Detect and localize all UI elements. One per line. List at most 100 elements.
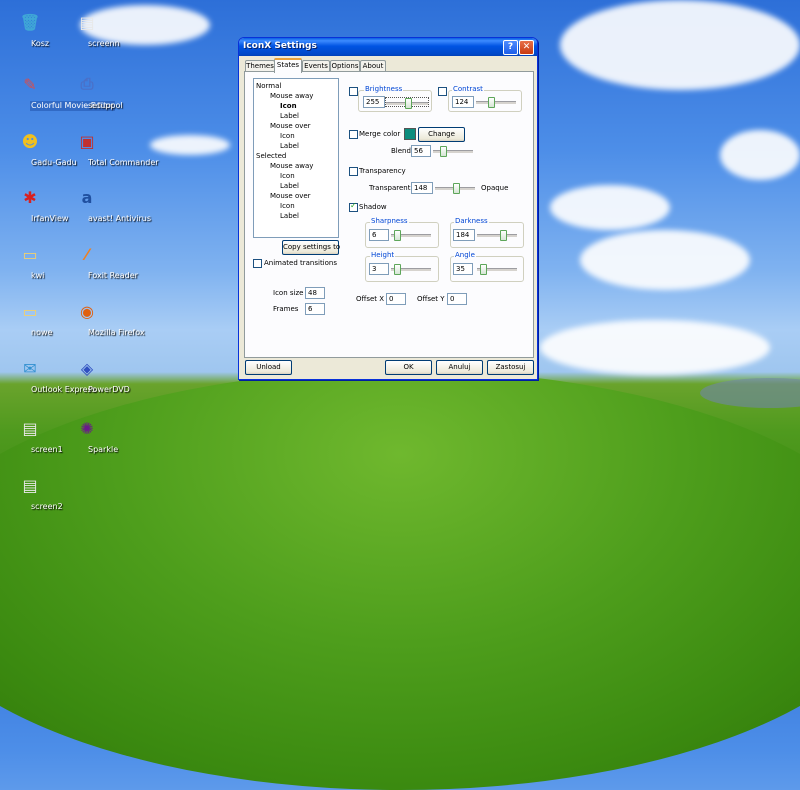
blend-slider[interactable] [433, 146, 473, 157]
darkness-slider[interactable] [477, 230, 517, 241]
tree-item-icon[interactable]: Icon [280, 172, 295, 181]
desktop-icon-label: Gadu-Gadu [31, 158, 77, 167]
desktop-icon-label: Mozilla Firefox [88, 328, 145, 337]
tree-item-mouse-over[interactable]: Mouse over [270, 122, 311, 131]
desktop-icon-outlook-express[interactable]: ✉ Outlook Express [0, 354, 96, 395]
tab-states[interactable]: States [274, 58, 302, 73]
kwi-folder-icon: ▭ [22, 244, 38, 264]
brightness-input[interactable]: 255 [363, 96, 385, 108]
desktop-icon-label: screen2 [31, 502, 63, 511]
tree-item-mouse-away[interactable]: Mouse away [270, 92, 313, 101]
contrast-slider[interactable] [476, 97, 516, 108]
sharpness-slider[interactable] [391, 230, 431, 241]
tree-item-mouse-away[interactable]: Mouse away [270, 162, 313, 171]
contrast-checkbox[interactable] [438, 87, 447, 96]
desktop-icon-label: setuppol [88, 101, 123, 110]
states-panel: Normal Mouse away Icon Label Mouse over … [244, 71, 534, 358]
desktop-icon-label: kwi [31, 271, 45, 280]
irfanview-icon: ✱ [23, 187, 37, 207]
desktop-icon-nowe-folder[interactable]: ▭ nowe [0, 297, 60, 338]
desktop-icon-screen1[interactable]: ▤ screen1 [0, 414, 62, 455]
desktop-icon-powerdvd[interactable]: ◈ PowerDVD [57, 354, 130, 395]
tree-item-icon[interactable]: Icon [280, 202, 295, 211]
contrast-label: Contrast [452, 85, 484, 94]
copy-settings-button[interactable]: Copy settings to [282, 240, 340, 255]
transparency-input[interactable]: 148 [411, 182, 433, 194]
height-input[interactable]: 3 [369, 263, 389, 275]
tree-item-icon[interactable]: Icon [280, 132, 295, 141]
desktop-icon-label: IrfanView [31, 214, 69, 223]
desktop-icon-kwi-folder[interactable]: ▭ kwi [0, 240, 60, 281]
transparency-checkbox[interactable] [349, 167, 358, 176]
cancel-button[interactable]: Anuluj [436, 360, 483, 375]
tree-item-label[interactable]: Label [280, 212, 299, 221]
brightness-slider-thumb[interactable] [405, 98, 412, 109]
ok-button[interactable]: OK [385, 360, 432, 375]
recycle-bin-icon: 🗑 [19, 12, 41, 32]
iconx-settings-window: IconX Settings ? ✕ Themes States Events … [238, 37, 538, 380]
angle-slider-thumb[interactable] [480, 264, 487, 275]
contrast-slider-thumb[interactable] [488, 97, 495, 108]
close-button[interactable]: ✕ [519, 40, 534, 55]
desktop-icon-avast-antivirus[interactable]: a avast! Antivirus [57, 183, 151, 224]
darkness-input[interactable]: 184 [453, 229, 475, 241]
icon-size-label: Icon size [273, 289, 304, 297]
transparency-label: Transparency [359, 167, 406, 175]
desktop-icon-foxit-reader[interactable]: ⁄ Foxit Reader [57, 240, 138, 281]
tree-item-label[interactable]: Label [280, 112, 299, 121]
desktop-icon-total-commander[interactable]: ▣ Total Commander [57, 127, 158, 168]
tree-item-mouse-over[interactable]: Mouse over [270, 192, 311, 201]
sharpness-slider-thumb[interactable] [394, 230, 401, 241]
help-button[interactable]: ? [503, 40, 518, 55]
darkness-slider-thumb[interactable] [500, 230, 507, 241]
desktop-icon-screenn[interactable]: ▤ screenn [57, 8, 119, 49]
tree-item-normal[interactable]: Normal [256, 82, 281, 91]
shadow-label: Shadow [359, 203, 387, 211]
brightness-checkbox[interactable] [349, 87, 358, 96]
tree-item-selected[interactable]: Selected [256, 152, 286, 161]
merge-color-checkbox[interactable] [349, 130, 358, 139]
frames-input[interactable]: 6 [305, 303, 325, 315]
desktop-icon-mozilla-firefox[interactable]: ◉ Mozilla Firefox [57, 297, 145, 338]
transparency-slider-thumb[interactable] [453, 183, 460, 194]
transparency-slider[interactable] [435, 183, 475, 194]
apply-button[interactable]: Zastosuj [487, 360, 534, 375]
desktop-icon-colorful-movie-editor[interactable]: ✎ Colorful Movie Editor [0, 70, 116, 111]
offset-x-input[interactable]: 0 [386, 293, 406, 305]
title-bar[interactable]: IconX Settings ? ✕ [239, 38, 537, 56]
desktop-icon-setuppol[interactable]: ⎙ setuppol [57, 70, 123, 110]
brightness-slider[interactable] [385, 97, 429, 109]
blend-slider-thumb[interactable] [440, 146, 447, 157]
tree-item-label[interactable]: Label [280, 182, 299, 191]
states-tree[interactable]: Normal Mouse away Icon Label Mouse over … [253, 78, 339, 238]
screenn-icon: ▤ [79, 12, 95, 32]
animated-transitions-checkbox[interactable] [253, 259, 262, 268]
angle-input[interactable]: 35 [453, 263, 473, 275]
height-label: Height [370, 251, 396, 260]
angle-label: Angle [454, 251, 476, 260]
tree-item-icon[interactable]: Icon [280, 102, 297, 111]
avast-antivirus-icon: a [81, 187, 93, 207]
frames-label: Frames [273, 305, 299, 313]
desktop-icon-label: avast! Antivirus [88, 214, 151, 223]
sharpness-input[interactable]: 6 [369, 229, 389, 241]
offset-y-input[interactable]: 0 [447, 293, 467, 305]
merge-color-label: Merge color [359, 130, 401, 138]
tree-item-label[interactable]: Label [280, 142, 299, 151]
brightness-label: Brightness [364, 85, 404, 94]
desktop-icon-sparkle[interactable]: ✺ Sparkle [57, 414, 118, 455]
desktop-icon-gadu-gadu[interactable]: ☻ Gadu-Gadu [0, 127, 77, 168]
unload-button[interactable]: Unload [245, 360, 292, 375]
desktop-icon-recycle-bin[interactable]: 🗑 Kosz [0, 8, 60, 49]
desktop-icon-screen2[interactable]: ▤ screen2 [0, 471, 62, 512]
height-slider[interactable] [391, 264, 431, 275]
icon-size-input[interactable]: 48 [305, 287, 325, 299]
contrast-input[interactable]: 124 [452, 96, 474, 108]
offset-x-label: Offset X [356, 295, 385, 303]
change-color-button[interactable]: Change [418, 127, 465, 142]
angle-slider[interactable] [477, 264, 517, 275]
shadow-checkbox[interactable] [349, 201, 358, 212]
desktop-icon-irfanview[interactable]: ✱ IrfanView [0, 183, 68, 224]
height-slider-thumb[interactable] [394, 264, 401, 275]
blend-input[interactable]: 56 [411, 145, 431, 157]
